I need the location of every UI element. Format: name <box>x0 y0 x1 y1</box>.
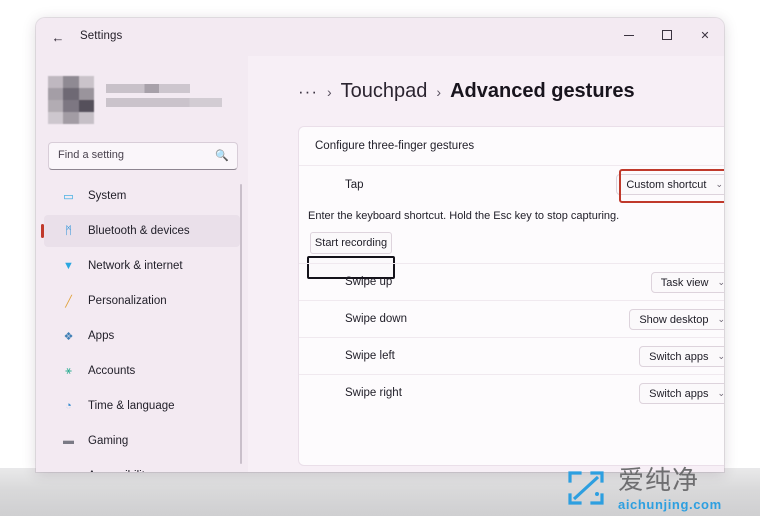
account-profile[interactable] <box>48 76 228 124</box>
person-icon: ⚹ <box>65 364 72 377</box>
swipe-action-dropdown[interactable]: Show desktop ⌄ <box>629 309 724 330</box>
minimize-button[interactable] <box>610 18 648 52</box>
start-recording-label: Start recording <box>314 237 388 249</box>
swipe-action-value: Switch apps <box>649 350 709 363</box>
accessibility-icon: ⚹ <box>60 468 77 473</box>
watermark-en-text: aichunjing.com <box>618 497 722 512</box>
swipe-row: Swipe down Show desktop ⌄ <box>299 301 724 337</box>
tap-action-value: Custom shortcut <box>626 178 707 191</box>
sidebar-item-label: Time & language <box>88 400 175 412</box>
chevron-down-icon: ⌄ <box>715 179 723 189</box>
swipe-action-value: Show desktop <box>639 313 709 326</box>
title-bar: ← Settings ✕ <box>36 18 724 56</box>
apps-icon: ❖ <box>63 330 74 343</box>
paintbrush-icon: ╱ <box>65 295 72 308</box>
swipe-row: Swipe left Switch apps ⌄ <box>299 338 724 374</box>
recording-hint: Enter the keyboard shortcut. Hold the Es… <box>308 210 620 222</box>
sidebar-item-time-language[interactable]: ◔ Time & language <box>44 390 240 422</box>
sidebar-item-label: Apps <box>88 330 115 342</box>
wifi-icon: ▼ <box>63 260 74 272</box>
sidebar-item-bluetooth-devices[interactable]: ᛗ Bluetooth & devices <box>41 215 240 247</box>
three-finger-gestures-card: Configure three-finger gestures ⌃ Tap Cu… <box>298 126 724 466</box>
three-finger-header[interactable]: Configure three-finger gestures ⌃ <box>299 127 724 165</box>
tap-action-dropdown[interactable]: Custom shortcut ⌄ <box>616 174 724 195</box>
monitor-icon: ▭ <box>63 190 74 203</box>
bluetooth-icon: ᛗ <box>65 225 72 237</box>
sidebar-item-accessibility[interactable]: ⚹ Accessibility <box>44 460 240 473</box>
swipe-label: Swipe up <box>345 276 393 288</box>
account-name-redacted <box>106 84 190 93</box>
sidebar-item-label: Personalization <box>88 295 167 307</box>
breadcrumb-separator-2: › <box>436 83 442 100</box>
search-input[interactable]: Find a setting 🔍 <box>48 142 238 170</box>
tap-label: Tap <box>345 179 364 191</box>
chevron-down-icon: ⌄ <box>717 351 724 362</box>
swipe-rows: Swipe up Task view ⌄ Swipe down Show desktop… <box>299 263 724 411</box>
three-finger-title: Configure three-finger gestures <box>315 140 475 152</box>
close-button[interactable]: ✕ <box>686 18 724 52</box>
sidebar: Find a setting 🔍 ▭ System ᛗ Bluetooth & dev… <box>36 56 248 472</box>
swipe-row: Swipe right Switch apps ⌄ <box>299 375 724 411</box>
sidebar-item-label: Bluetooth & devices <box>88 225 190 237</box>
breadcrumb-overflow-icon[interactable]: ··· <box>298 83 318 100</box>
swipe-row: Swipe up Task view ⌄ <box>299 264 724 300</box>
account-email-redacted <box>106 98 222 107</box>
sidebar-item-accounts[interactable]: ⚹ Accounts <box>44 355 240 387</box>
sidebar-item-personalization[interactable]: ╱ Personalization <box>44 285 240 317</box>
screenshot-root: ← Settings ✕ Find a setting 🔍 ▭ System ᛗ… <box>0 0 760 516</box>
maximize-icon <box>662 30 672 40</box>
maximize-button[interactable] <box>648 18 686 52</box>
sidebar-item-gaming[interactable]: ▬ Gaming <box>44 425 240 457</box>
sidebar-item-label: Gaming <box>88 435 129 447</box>
search-placeholder: Find a setting <box>58 149 125 161</box>
swipe-action-dropdown[interactable]: Switch apps ⌄ <box>639 383 724 404</box>
swipe-action-value: Switch apps <box>649 387 709 400</box>
start-recording-button[interactable]: Start recording <box>310 232 392 254</box>
chevron-down-icon: ⌄ <box>717 314 724 325</box>
clock-globe-icon: ◔ <box>65 400 72 412</box>
swipe-action-dropdown[interactable]: Switch apps ⌄ <box>639 346 724 367</box>
search-icon: 🔍 <box>215 150 229 162</box>
sidebar-item-system[interactable]: ▭ System <box>44 180 240 212</box>
avatar <box>48 76 94 124</box>
sidebar-item-label: Accounts <box>88 365 136 377</box>
sidebar-item-label: Accessibility <box>88 470 151 472</box>
sidebar-item-network-internet[interactable]: ▼ Network & internet <box>44 250 240 282</box>
sidebar-item-label: System <box>88 190 127 202</box>
chevron-down-icon: ⌄ <box>717 388 724 399</box>
sidebar-item-apps[interactable]: ❖ Apps <box>44 320 240 352</box>
page-title: Advanced gestures <box>450 80 635 102</box>
sidebar-nav: ▭ System ᛗ Bluetooth & devices ▼ Network & in… <box>36 180 248 473</box>
close-icon: ✕ <box>700 29 710 42</box>
watermark: 爱纯净 aichunjing.com <box>566 466 756 512</box>
minimize-icon <box>624 34 634 36</box>
sidebar-item-label: Network & internet <box>88 260 183 272</box>
swipe-label: Swipe down <box>345 313 408 325</box>
gamepad-icon: ▬ <box>63 435 74 447</box>
breadcrumb-parent[interactable]: Touchpad <box>341 80 428 103</box>
swipe-action-value: Task view <box>660 276 709 289</box>
swipe-label: Swipe right <box>345 387 402 399</box>
chevron-down-icon: ⌄ <box>717 277 724 288</box>
aichunjing-logo-icon <box>568 471 604 505</box>
back-arrow-icon[interactable]: ← <box>46 25 70 49</box>
swipe-action-dropdown[interactable]: Task view ⌄ <box>650 272 724 293</box>
settings-window: ← Settings ✕ Find a setting 🔍 ▭ System ᛗ… <box>36 18 724 472</box>
breadcrumb-separator: › <box>326 83 332 100</box>
window-title: Settings <box>80 30 123 42</box>
tap-row: Tap Custom shortcut ⌄ <box>299 166 724 204</box>
sidebar-scrollbar[interactable] <box>240 184 242 464</box>
watermark-cn-text: 爱纯净 <box>618 466 700 496</box>
breadcrumb: ··· › Touchpad › Advanced gestures <box>298 80 635 103</box>
main-content: ··· › Touchpad › Advanced gestures Confi… <box>248 56 724 472</box>
swipe-label: Swipe left <box>345 350 395 362</box>
